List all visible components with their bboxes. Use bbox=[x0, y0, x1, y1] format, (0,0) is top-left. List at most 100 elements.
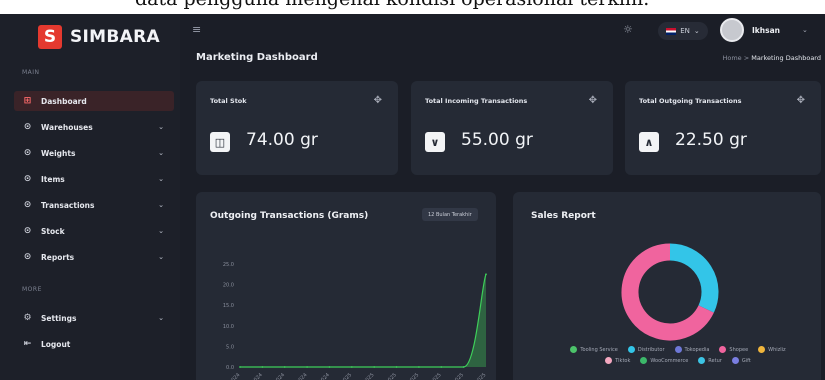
sidebar-item-label: Items bbox=[41, 174, 65, 184]
series-area bbox=[240, 274, 486, 367]
x-tick-label: Mar 2025 bbox=[377, 372, 398, 380]
chevron-down-icon: ⌄ bbox=[158, 201, 164, 209]
y-tick-label: 15.0 bbox=[223, 303, 234, 309]
gear-icon: ⚙ bbox=[23, 313, 32, 323]
chevron-down-icon: ⌄ bbox=[158, 227, 164, 235]
pie-slice[interactable] bbox=[669, 243, 719, 313]
caption-strip: data pengguna mengenai kondisi operasion… bbox=[0, 0, 825, 14]
chevron-down-icon: ⌄ bbox=[801, 26, 808, 34]
move-icon[interactable]: ✥ bbox=[797, 95, 805, 106]
sidebar-item-items[interactable]: ⊙ Items ⌄ bbox=[14, 169, 174, 189]
sidebar-item-transactions[interactable]: ⊙ Transactions ⌄ bbox=[14, 195, 174, 215]
legend-marker bbox=[719, 346, 727, 353]
legend-label: WooCommerce bbox=[650, 357, 689, 364]
x-tick-label: Dec 2024 bbox=[310, 372, 331, 380]
y-tick-label: 20.0 bbox=[223, 283, 234, 289]
breadcrumb-home[interactable]: Home bbox=[722, 54, 741, 62]
x-tick-label: Jan 2025 bbox=[333, 372, 354, 380]
legend-label: Gift bbox=[741, 357, 751, 364]
sidebar-item-stock[interactable]: ⊙ Stock ⌄ bbox=[14, 221, 174, 241]
sidebar: S SIMBARA MAIN ⊞ Dashboard ⊙ Warehouses … bbox=[0, 14, 180, 380]
sidebar-item-label: Reports bbox=[41, 252, 75, 262]
legend-item[interactable]: Retur bbox=[698, 357, 722, 364]
data-point[interactable] bbox=[350, 366, 353, 368]
legend-marker bbox=[627, 346, 635, 353]
move-icon[interactable]: ✥ bbox=[374, 95, 382, 106]
legend-row: Tooling Service Distributor Tokopedia Shope… bbox=[533, 346, 823, 353]
move-icon[interactable]: ✥ bbox=[589, 95, 597, 106]
data-point[interactable] bbox=[485, 273, 487, 276]
brand-name: SIMBARA bbox=[70, 27, 160, 47]
legend-item[interactable]: Distributor bbox=[627, 346, 665, 353]
sidebar-item-label: Transactions bbox=[41, 200, 95, 210]
data-point[interactable] bbox=[462, 366, 465, 368]
y-tick-label: 10.0 bbox=[223, 324, 234, 330]
username: Ikhsan bbox=[752, 25, 780, 35]
nodes-icon: ⊙ bbox=[23, 148, 32, 158]
brand-logo: S bbox=[38, 25, 62, 49]
legend-marker bbox=[731, 357, 739, 364]
x-tick-label: May 2025 bbox=[421, 372, 443, 380]
stat-card-total-incoming: Total Incoming Transactions ✥ ∨ 55.00 gr bbox=[411, 81, 613, 175]
x-tick-label: Apr 2025 bbox=[400, 372, 420, 380]
breadcrumb-separator: > bbox=[743, 54, 750, 62]
data-point[interactable] bbox=[306, 366, 308, 368]
x-tick-label: Feb 2025 bbox=[355, 372, 376, 380]
sidebar-item-logout[interactable]: ⇤ Logout bbox=[14, 334, 174, 354]
legend-item[interactable]: Tiktok bbox=[605, 357, 630, 364]
stat-title: Total Incoming Transactions bbox=[425, 97, 528, 105]
stat-value: 74.00 gr bbox=[246, 130, 318, 150]
app-window: S SIMBARA MAIN ⊞ Dashboard ⊙ Warehouses … bbox=[0, 14, 825, 380]
legend-item[interactable]: Gift bbox=[731, 357, 751, 364]
nodes-icon: ⊙ bbox=[23, 122, 32, 132]
uk-flag-icon bbox=[666, 27, 677, 35]
data-point[interactable] bbox=[328, 366, 331, 368]
data-point[interactable] bbox=[239, 366, 241, 368]
legend-marker bbox=[674, 346, 682, 353]
chevron-up-icon: ∧ bbox=[639, 132, 659, 152]
page-title: Marketing Dashboard bbox=[196, 52, 318, 63]
section-label-more: MORE bbox=[22, 286, 42, 293]
sales-legend: Tooling Service Distributor Tokopedia Shope… bbox=[533, 346, 823, 368]
legend-item[interactable]: WooCommerce bbox=[640, 357, 688, 364]
nodes-icon: ⊙ bbox=[23, 174, 32, 184]
y-tick-label: 5.0 bbox=[226, 344, 234, 350]
language-selector[interactable]: EN ⌄ bbox=[658, 22, 708, 40]
sidebar-item-weights[interactable]: ⊙ Weights ⌄ bbox=[14, 143, 174, 163]
stat-value: 55.00 gr bbox=[461, 130, 533, 150]
sidebar-item-label: Dashboard bbox=[41, 96, 87, 106]
outgoing-transactions-panel: Outgoing Transactions (Grams) 12 Bulan T… bbox=[196, 192, 496, 380]
brand[interactable]: S SIMBARA bbox=[38, 25, 160, 49]
chevron-down-icon: ⌄ bbox=[693, 27, 700, 35]
data-point[interactable] bbox=[440, 366, 443, 368]
sidebar-item-reports[interactable]: ⊙ Reports ⌄ bbox=[14, 247, 174, 267]
chevron-down-icon: ⌄ bbox=[158, 314, 164, 322]
nodes-icon: ⊙ bbox=[23, 226, 32, 236]
data-point[interactable] bbox=[373, 366, 376, 368]
sidebar-item-warehouses[interactable]: ⊙ Warehouses ⌄ bbox=[14, 117, 174, 137]
outgoing-area-chart: 0.0 5.0 10.0 15.0 20.0 25.0 Aug 2024Sep 2024Oc… bbox=[220, 262, 487, 380]
chevron-down-icon: ⌄ bbox=[158, 123, 164, 131]
menu-toggle-icon[interactable]: ≡ bbox=[192, 23, 201, 36]
sidebar-item-settings[interactable]: ⚙ Settings ⌄ bbox=[14, 308, 174, 328]
user-menu[interactable]: Ikhsan ⌄ bbox=[720, 18, 808, 42]
y-tick-label: 0.0 bbox=[226, 365, 234, 371]
sidebar-item-dashboard[interactable]: ⊞ Dashboard bbox=[14, 91, 174, 111]
x-tick-label: Aug 2024 bbox=[220, 372, 241, 380]
data-point[interactable] bbox=[418, 366, 420, 368]
legend-label: Distributor bbox=[637, 346, 665, 353]
legend-item[interactable]: Tooling Service bbox=[570, 346, 618, 353]
data-point[interactable] bbox=[261, 366, 264, 368]
avatar bbox=[720, 18, 744, 42]
data-point[interactable] bbox=[395, 366, 398, 368]
data-point[interactable] bbox=[283, 366, 286, 368]
legend-marker bbox=[570, 346, 578, 353]
sun-icon[interactable]: ☼ bbox=[623, 23, 633, 36]
legend-item[interactable]: Whizliz bbox=[758, 346, 786, 353]
legend-item[interactable]: Shopee bbox=[719, 346, 748, 353]
sidebar-item-label: Weights bbox=[41, 148, 76, 158]
sidebar-item-label: Stock bbox=[41, 226, 65, 236]
legend-item[interactable]: Tokopedia bbox=[674, 346, 709, 353]
x-tick-label: Oct 2024 bbox=[266, 372, 286, 380]
stat-card-total-stok: Total Stok ✥ ◫ 74.00 gr bbox=[196, 81, 398, 175]
